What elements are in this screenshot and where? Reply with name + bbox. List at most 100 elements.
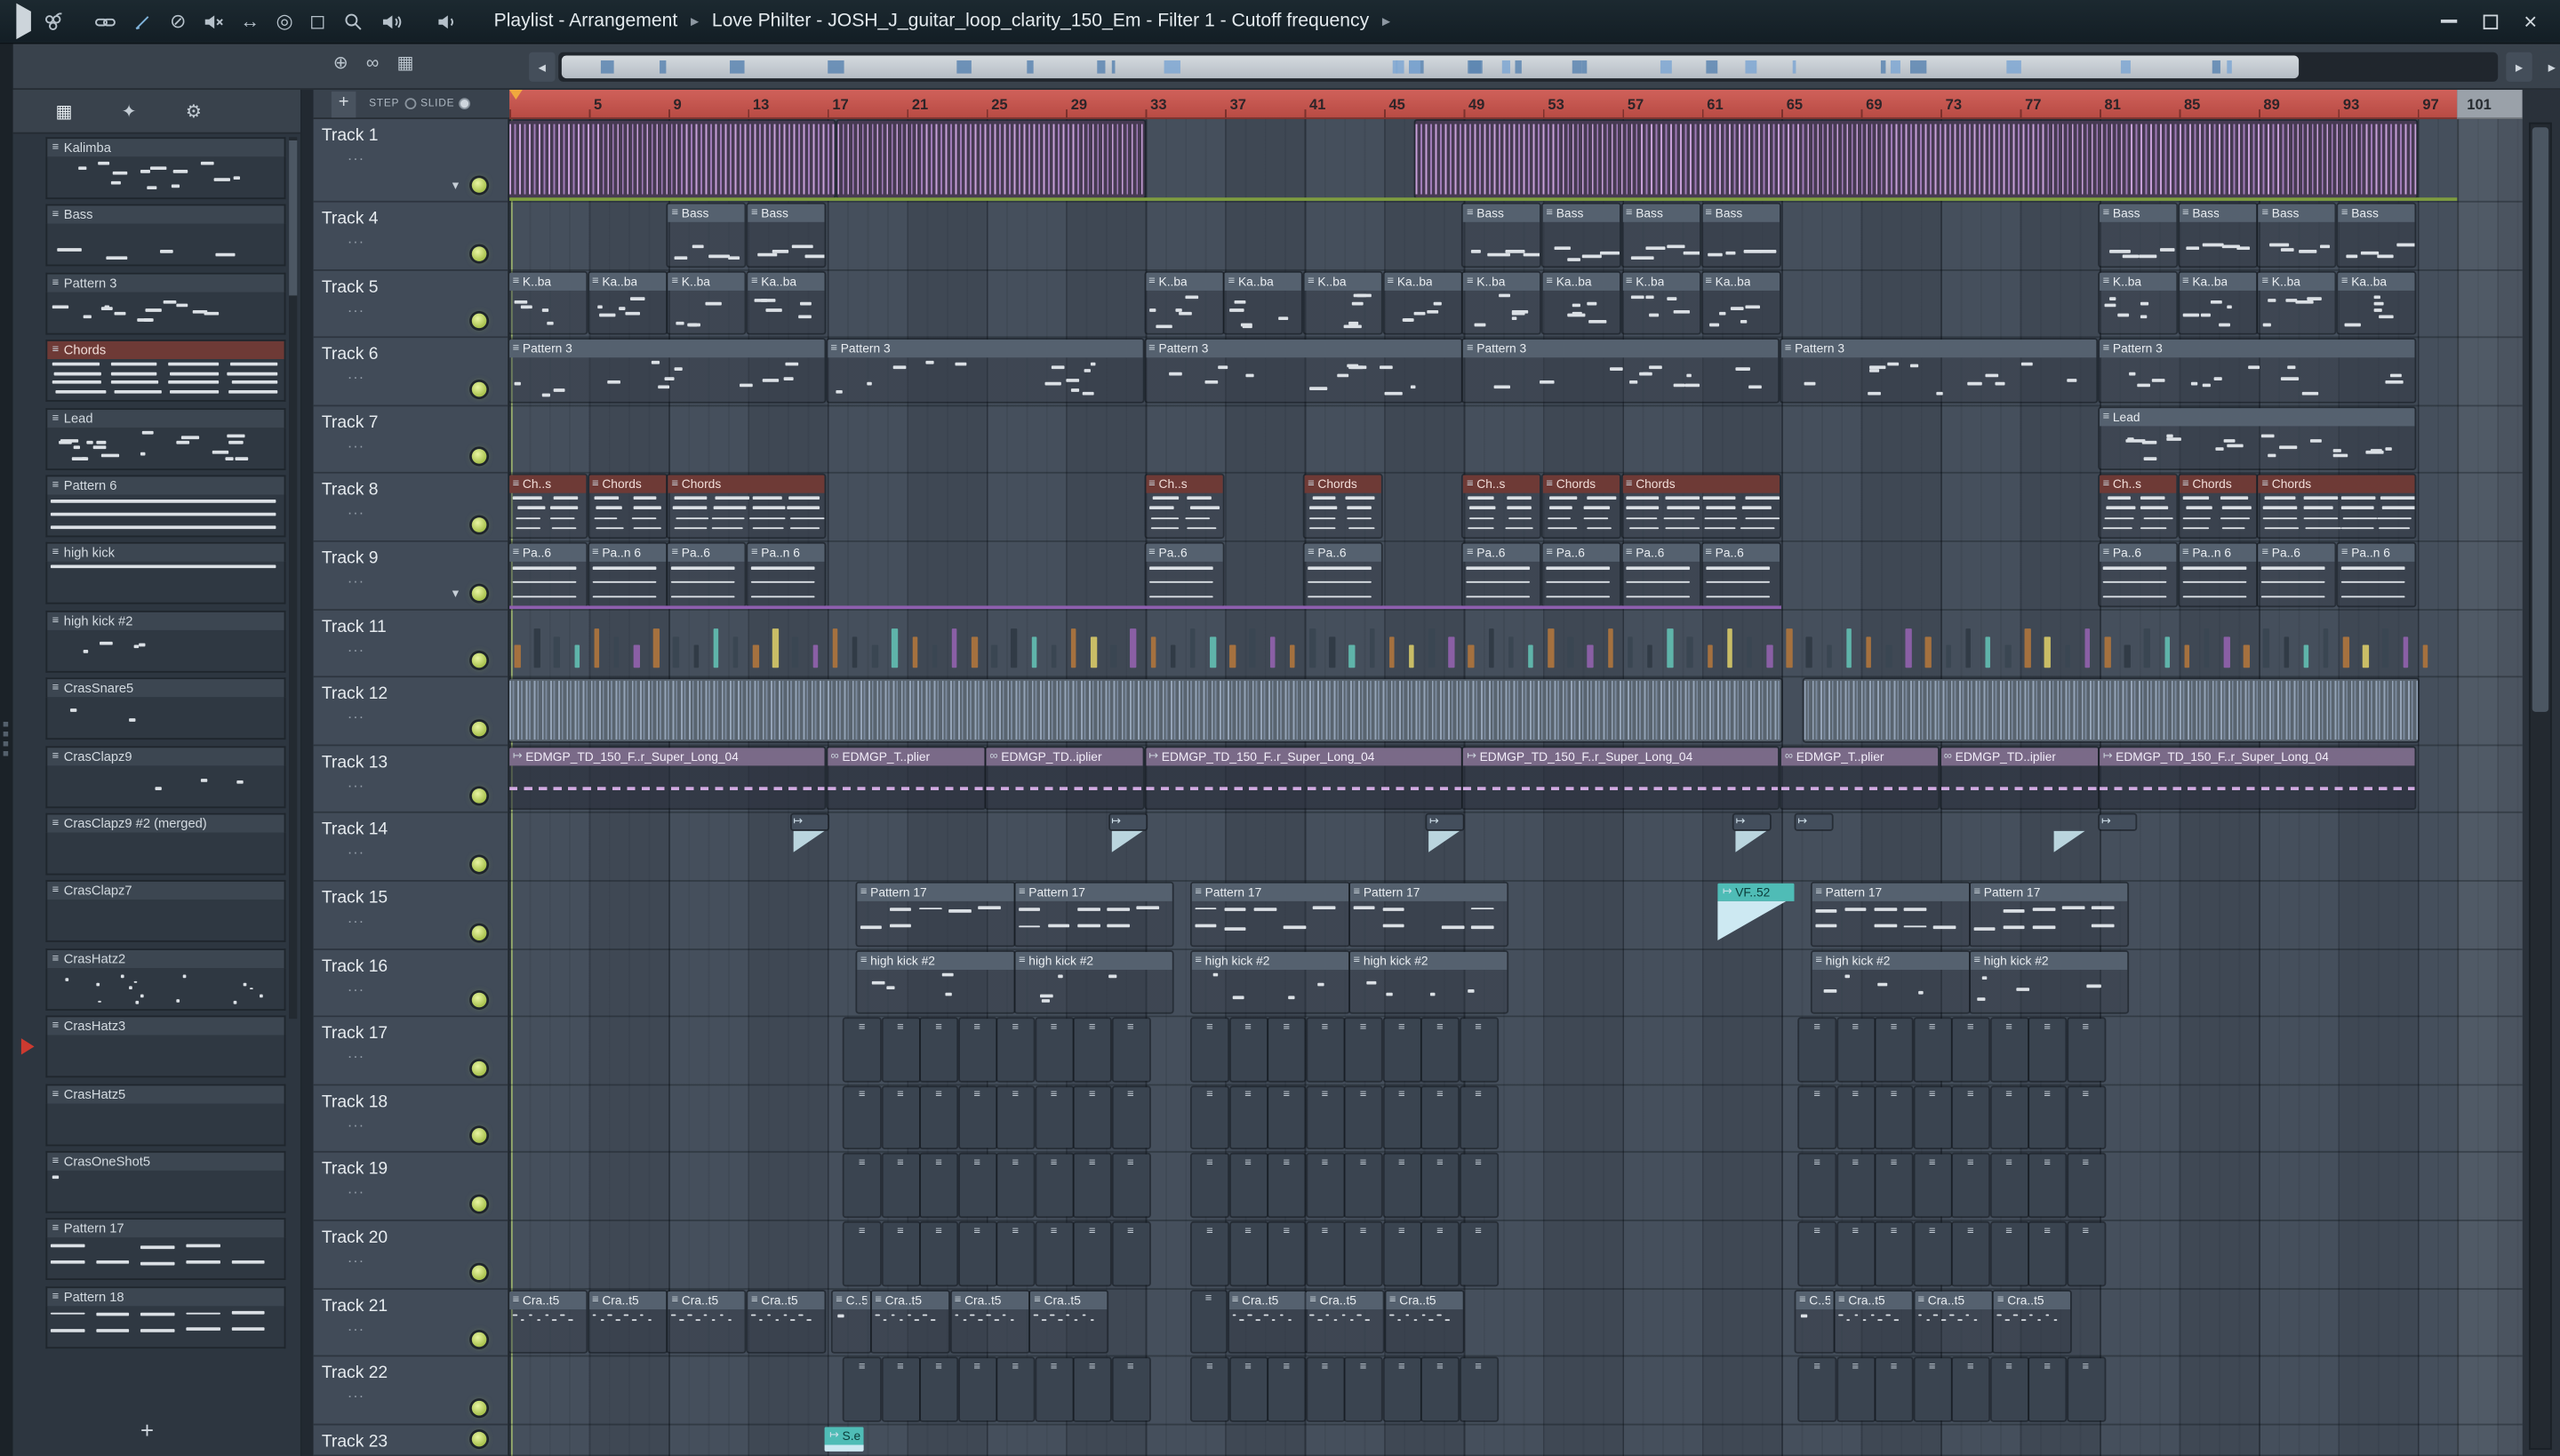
hit-clip[interactable] [1548, 628, 1554, 668]
picker-item-crashatz5[interactable]: ≡ CrasHatz5 [45, 1083, 286, 1149]
add-pattern-button[interactable]: + [140, 1417, 154, 1443]
track-led[interactable] [471, 993, 487, 1008]
track-header-track-21[interactable]: Track 21... [313, 1289, 508, 1357]
track-led[interactable] [471, 245, 487, 261]
mini-pattern-clip[interactable]: ≡ [1952, 1155, 1989, 1217]
mini-pattern-clip[interactable]: ≡ [1191, 1358, 1228, 1420]
mini-pattern-clip[interactable]: ≡ [1268, 1358, 1305, 1420]
audio-clip[interactable]: ↦ EDMGP_TD_150_F..r_Super_Long_04 [509, 747, 825, 809]
pattern-clip[interactable]: ≡ Pattern 3 [2100, 340, 2415, 402]
mini-pattern-clip[interactable]: ≡ [1952, 1222, 1989, 1284]
scrollbar-handle[interactable] [561, 55, 2300, 79]
pattern-clip[interactable]: ≡ Pa..6 [1542, 543, 1620, 605]
mini-pattern-clip[interactable]: ≡ [1990, 1019, 2028, 1081]
pattern-clip[interactable]: ≡ Cra..t5 [871, 1291, 949, 1353]
track-led[interactable] [471, 1431, 487, 1446]
pattern-clip[interactable]: ≡ Bass [748, 204, 825, 266]
pattern-clip[interactable]: ≡ K..ba [1622, 271, 1700, 334]
hit-clip[interactable] [1945, 644, 1952, 668]
hit-clip[interactable] [1448, 636, 1455, 668]
mini-pattern-clip[interactable]: ≡ [2068, 1155, 2104, 1217]
maximize-button[interactable] [2483, 13, 2498, 29]
hit-clip[interactable] [1964, 628, 1972, 668]
audio-clip[interactable]: ↦ VF..52 [1717, 883, 1795, 945]
mini-pattern-clip[interactable]: ≡ [1952, 1019, 1989, 1081]
mini-pattern-clip[interactable]: ≡ [1074, 1086, 1110, 1148]
pattern-clip[interactable]: ≡ Pa..6 [2100, 543, 2177, 605]
hit-clip[interactable] [1985, 636, 1991, 668]
vertical-scrollbar-handle[interactable] [2532, 127, 2549, 712]
track-led[interactable] [471, 585, 487, 601]
track-header-track-14[interactable]: Track 14... [313, 813, 508, 882]
pattern-clip[interactable]: ≡ high kick #2 [1191, 951, 1349, 1013]
hit-clip[interactable] [1468, 644, 1475, 668]
mini-pattern-clip[interactable]: ≡ [920, 1222, 957, 1284]
mini-pattern-clip[interactable]: ≡ [920, 1019, 957, 1081]
picker-item-kalimba[interactable]: ≡ Kalimba [45, 137, 286, 203]
hit-clip[interactable] [533, 628, 540, 668]
draw-icon[interactable] [132, 11, 154, 32]
track-header-track-9[interactable]: Track 9... ▾ [313, 541, 508, 611]
pattern-clip[interactable]: ≡ Lead [2100, 407, 2415, 469]
tools-icon[interactable]: ⚙ [186, 100, 202, 122]
audio-clip[interactable]: ∞ EDMGP_TD..iplier [1940, 747, 2098, 809]
picker-item-crashatz3[interactable]: ≡ CrasHatz3 [20, 1015, 286, 1082]
track-led[interactable] [471, 1060, 487, 1076]
track-led[interactable] [471, 1128, 487, 1144]
track-header-track-23[interactable]: Track 23... [313, 1425, 508, 1456]
track-lane-track-15[interactable]: ≡ Pattern 17 ≡ Pattern 17 ≡ Pattern 17 ≡ Patter… [509, 882, 2523, 950]
pattern-clip[interactable]: ≡ Cra..t5 [668, 1291, 746, 1353]
hit-clip[interactable] [2064, 644, 2071, 668]
track-lane-track-19[interactable]: ≡ ≡ ≡ ≡ ≡ ≡ ≡ ≡ ≡ ≡ ≡ ≡ ≡ ≡ ≡ ≡ ≡ ≡ ≡ ≡ ≡ ≡ ≡ ≡ [509, 1153, 2523, 1221]
hit-clip[interactable] [2164, 636, 2171, 668]
pattern-clip[interactable]: ≡ Pattern 3 [1463, 340, 1779, 402]
hit-clip[interactable] [1329, 636, 1335, 668]
track-led[interactable] [471, 313, 487, 329]
picker-item-high-kick-2[interactable]: ≡ high kick #2 [45, 610, 286, 676]
mini-pattern-clip[interactable]: ≡ [1112, 1019, 1149, 1081]
hit-clip[interactable] [1070, 628, 1077, 668]
hit-clip[interactable] [812, 644, 819, 668]
pattern-clip[interactable]: ≡ Cra..t5 [588, 1291, 666, 1353]
track-lane-track-6[interactable]: ≡ Pattern 3 ≡ Pattern 3 ≡ Pattern 3 ≡ Pattern 3… [509, 339, 2523, 406]
track-led[interactable] [471, 653, 487, 668]
mini-pattern-clip[interactable]: ≡ [1876, 1155, 1912, 1217]
mini-pattern-clip[interactable]: ≡ [959, 1019, 996, 1081]
mini-pattern-clip[interactable]: ≡ [1191, 1222, 1228, 1284]
mini-audio-clip[interactable]: ↦ [1796, 815, 1832, 830]
pattern-clip[interactable]: ≡ high kick #2 [1349, 951, 1508, 1013]
hit-clip[interactable] [1647, 644, 1653, 668]
mini-audio-clip[interactable]: ↦ [1109, 815, 1146, 830]
mini-pattern-clip[interactable]: ≡ [1191, 1086, 1228, 1148]
audio-clip[interactable]: ↦ EDMGP_TD_150_F..r_Super_Long_04 [1145, 747, 1461, 809]
mini-pattern-clip[interactable]: ≡ [1837, 1155, 1874, 1217]
pattern-clip[interactable]: ≡ high kick #2 [1812, 951, 1970, 1013]
mini-pattern-clip[interactable]: ≡ [1268, 1155, 1305, 1217]
track-header-track-20[interactable]: Track 20... [313, 1220, 508, 1290]
picker-item-crasclapz7[interactable]: ≡ CrasClapz7 [45, 880, 286, 947]
hit-clip[interactable] [692, 644, 700, 668]
track-lane-track-18[interactable]: ≡ ≡ ≡ ≡ ≡ ≡ ≡ ≡ ≡ ≡ ≡ ≡ ≡ ≡ ≡ ≡ ≡ ≡ ≡ ≡ ≡ ≡ ≡ ≡ [509, 1085, 2523, 1154]
mini-pattern-clip[interactable]: ≡ [1036, 1222, 1072, 1284]
picker-item-pattern-17[interactable]: ≡ Pattern 17 [45, 1218, 286, 1284]
hit-clip[interactable] [2303, 644, 2309, 668]
hit-clip[interactable] [2263, 628, 2269, 668]
pattern-clip[interactable]: ≡ Pa..6 [1701, 543, 1780, 605]
mini-pattern-clip[interactable]: ≡ [1268, 1019, 1305, 1081]
mini-pattern-clip[interactable]: ≡ [1383, 1155, 1420, 1217]
hit-clip[interactable] [1667, 628, 1673, 668]
mini-pattern-clip[interactable]: ≡ [1345, 1086, 1381, 1148]
track-lane-track-9[interactable]: ≡ Pa..6 ≡ Pa..n 6 ≡ Pa..6 ≡ Pa..n 6 ≡ Pa..6 ≡ Pa..6… [509, 542, 2523, 611]
hit-clip[interactable] [1348, 644, 1356, 668]
pattern-clip[interactable]: ≡ Ka..ba [748, 271, 825, 334]
pattern-clip[interactable]: ≡ Pattern 3 [1781, 340, 2097, 402]
hit-clip[interactable] [1588, 644, 1594, 668]
pattern-clip[interactable]: ≡ high kick #2 [1970, 951, 2128, 1013]
track-lane-track-17[interactable]: ≡ ≡ ≡ ≡ ≡ ≡ ≡ ≡ ≡ ≡ ≡ ≡ ≡ ≡ ≡ ≡ ≡ ≡ ≡ ≡ ≡ ≡ ≡ ≡ [509, 1018, 2523, 1086]
hit-clip[interactable] [732, 636, 739, 668]
hit-clip[interactable] [892, 628, 898, 668]
panel-splitter[interactable] [301, 90, 314, 1456]
pattern-clip[interactable]: ≡ K..ba [509, 271, 587, 334]
mini-pattern-clip[interactable]: ≡ [2029, 1222, 2066, 1284]
hit-clip[interactable] [1766, 644, 1772, 668]
